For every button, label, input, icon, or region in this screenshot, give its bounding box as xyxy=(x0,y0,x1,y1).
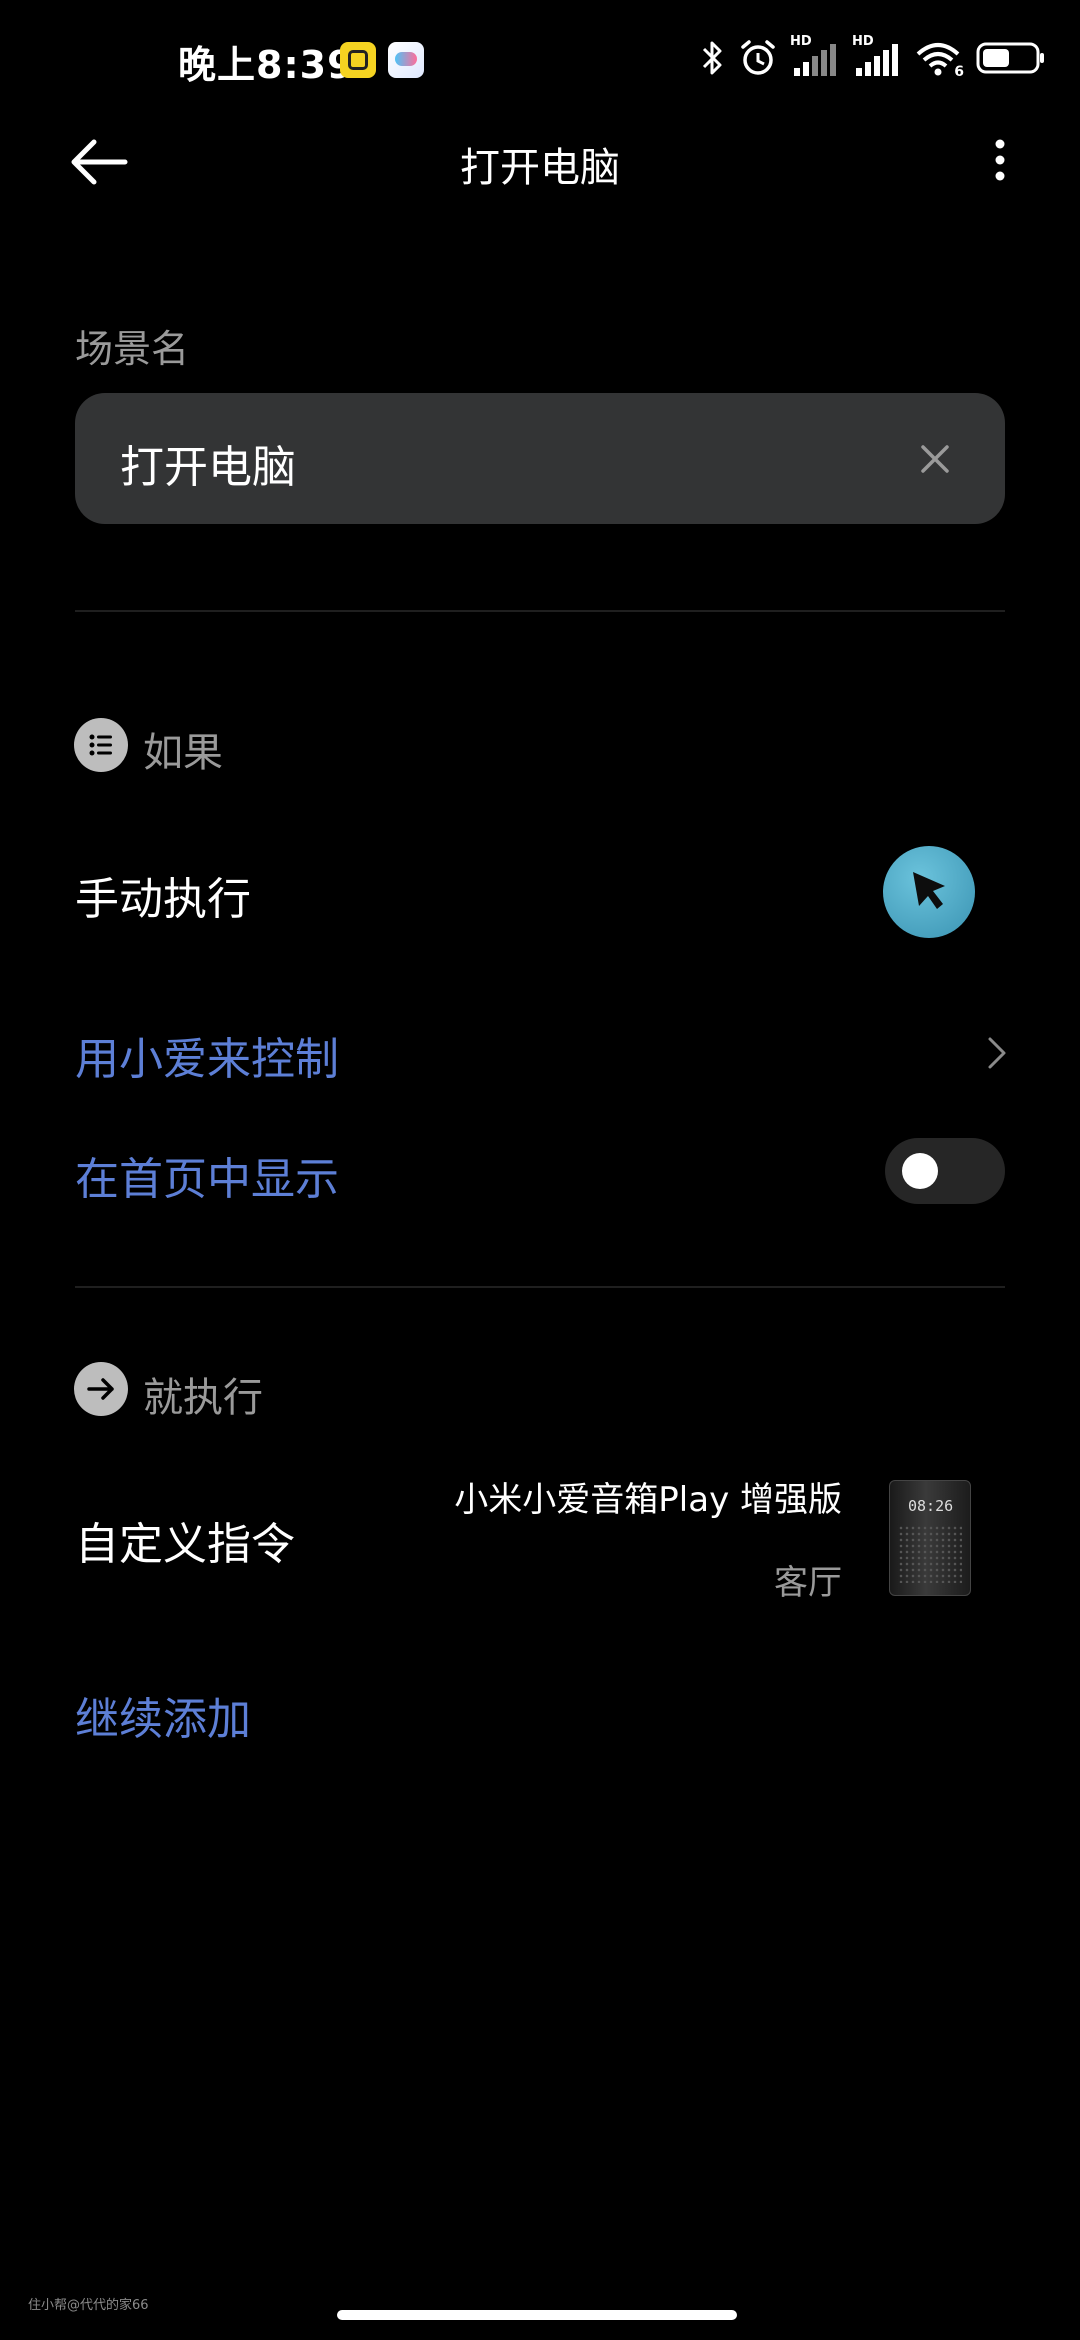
speaker-display: 08:26 xyxy=(908,1497,954,1515)
page-title: 打开电脑 xyxy=(460,145,620,191)
xiaoai-control-link[interactable]: 用小爱来控制 xyxy=(75,1023,339,1087)
speaker-device-image: 08:26 xyxy=(889,1480,971,1596)
divider xyxy=(75,610,1005,612)
toggle-knob xyxy=(902,1153,938,1189)
then-section-icon xyxy=(74,1362,128,1416)
if-section-title: 如果 xyxy=(143,730,223,776)
signal-hd-icon: HD xyxy=(852,34,902,78)
then-section-title: 就执行 xyxy=(143,1375,263,1421)
status-time: 晚上8:39 xyxy=(178,43,355,87)
scene-name-value[interactable]: 打开电脑 xyxy=(120,431,296,495)
close-icon xyxy=(921,445,949,473)
action-label[interactable]: 自定义指令 xyxy=(75,1508,295,1572)
cursor-icon xyxy=(913,872,945,909)
scene-name-label: 场景名 xyxy=(75,327,190,371)
scene-name-field[interactable]: 打开电脑 xyxy=(75,393,1005,524)
alarm-icon xyxy=(741,40,775,75)
signal-hd-icon: HD xyxy=(790,34,840,78)
if-section-icon xyxy=(74,718,128,772)
add-more-link[interactable]: 继续添加 xyxy=(75,1683,251,1747)
more-vertical-icon xyxy=(995,139,1005,181)
divider xyxy=(75,1286,1005,1288)
clear-button[interactable] xyxy=(915,439,955,479)
show-on-home-label: 在首页中显示 xyxy=(75,1154,339,1205)
trigger-label[interactable]: 手动执行 xyxy=(75,863,251,927)
arrow-right-icon xyxy=(87,1378,114,1400)
speaker-mesh xyxy=(898,1525,962,1583)
wifi-label: 6 xyxy=(954,64,964,80)
watermark: 住小帮@代代的家66 xyxy=(28,2298,149,2313)
show-on-home-toggle[interactable] xyxy=(885,1138,1005,1204)
more-button[interactable] xyxy=(976,130,1024,190)
status-icons: HD HD 6 xyxy=(700,34,1046,80)
device-name[interactable]: 小米小爱音箱Play 增强版 xyxy=(454,1472,842,1521)
manual-run-button[interactable] xyxy=(883,846,975,938)
list-icon xyxy=(89,734,112,756)
device-room: 客厅 xyxy=(774,1563,842,1603)
app-badge-game-icon xyxy=(388,42,424,78)
chevron-right-icon[interactable] xyxy=(984,1033,1010,1073)
app-badge-yellow-icon xyxy=(340,42,376,78)
battery-icon xyxy=(976,42,1044,74)
home-indicator[interactable] xyxy=(337,2310,737,2320)
bluetooth-icon xyxy=(702,41,722,75)
wifi-icon: 6 xyxy=(914,38,964,80)
